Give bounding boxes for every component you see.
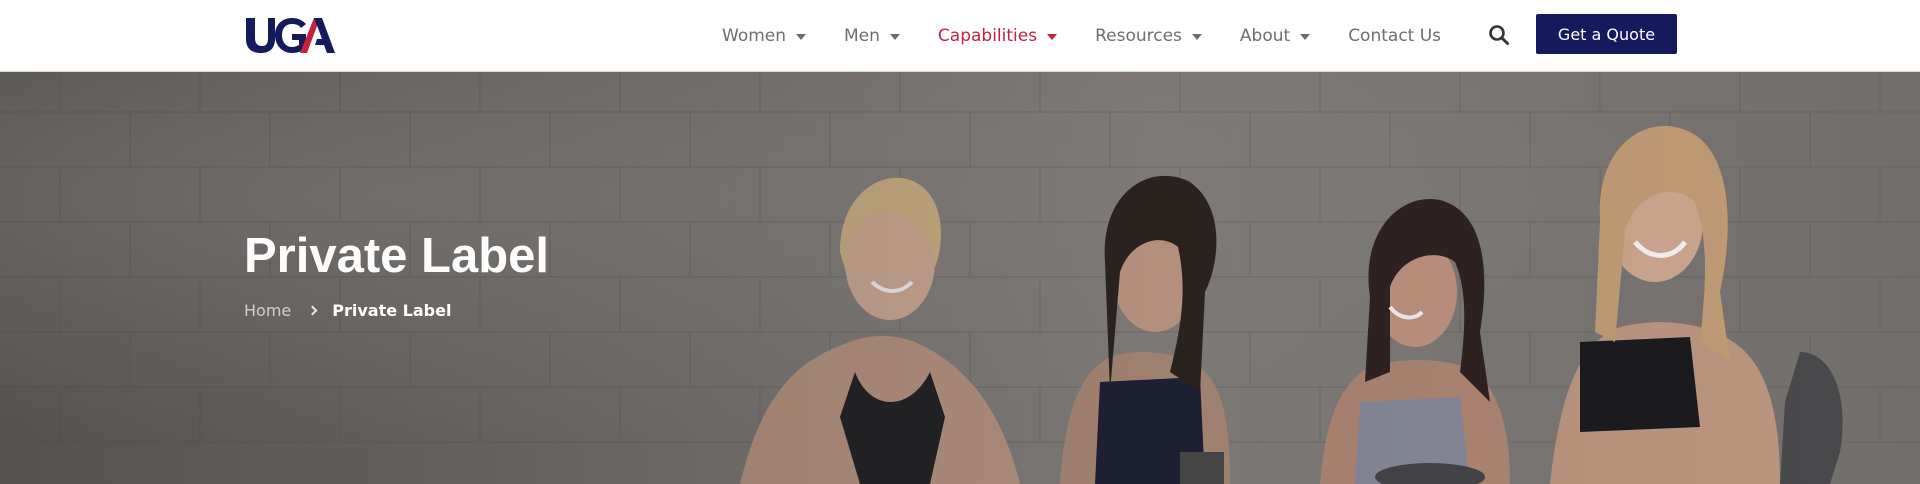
nav-men[interactable]: Men	[844, 0, 900, 72]
get-a-quote-button[interactable]: Get a Quote	[1536, 14, 1677, 54]
nav-contact-us-label: Contact Us	[1348, 26, 1442, 46]
caret-down-icon	[1191, 34, 1202, 40]
page-title: Private Label	[244, 229, 550, 283]
main-nav: Women Men Capabilities Resources About C…	[722, 0, 1441, 72]
site-header: Women Men Capabilities Resources About C…	[0, 0, 1920, 72]
breadcrumb-current: Private Label	[332, 301, 452, 320]
nav-women-label: Women	[722, 26, 787, 46]
breadcrumb: Home Private Label	[244, 301, 451, 320]
nav-capabilities-label: Capabilities	[937, 26, 1038, 46]
nav-men-label: Men	[844, 26, 880, 46]
breadcrumb-home-link[interactable]: Home	[244, 301, 291, 320]
nav-about[interactable]: About	[1239, 0, 1311, 72]
search-icon	[1489, 25, 1509, 45]
nav-resources-label: Resources	[1095, 26, 1182, 46]
logo-mark	[246, 18, 335, 53]
caret-down-icon	[1300, 34, 1311, 40]
nav-about-label: About	[1239, 26, 1291, 46]
uga-logo[interactable]	[244, 14, 336, 54]
chevron-right-icon	[307, 305, 318, 316]
nav-women[interactable]: Women	[722, 0, 807, 72]
caret-down-icon	[1047, 34, 1058, 40]
nav-capabilities[interactable]: Capabilities	[937, 0, 1058, 72]
caret-down-icon	[889, 34, 900, 40]
caret-down-icon	[796, 34, 807, 40]
hero-banner: Private Label Home Private Label	[0, 72, 1920, 484]
nav-contact-us[interactable]: Contact Us	[1348, 0, 1441, 72]
search-button[interactable]	[1488, 24, 1510, 46]
nav-resources[interactable]: Resources	[1095, 0, 1202, 72]
